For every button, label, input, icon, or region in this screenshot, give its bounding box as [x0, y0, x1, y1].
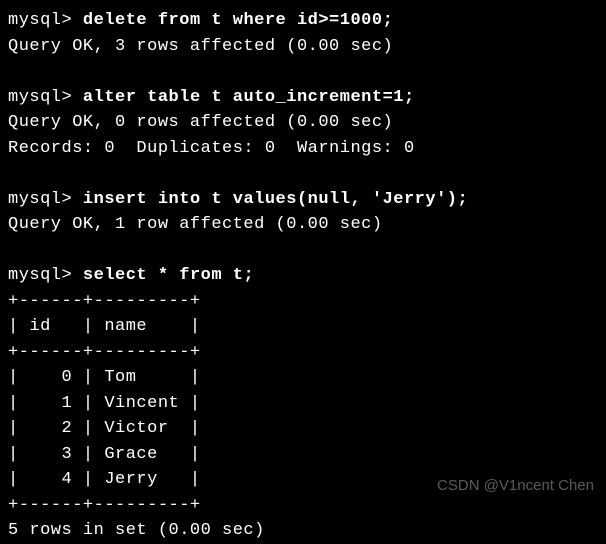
terminal-line-2: mysql> alter table t auto_increment=1; [8, 85, 598, 111]
terminal-line-4: mysql> select * from t; [8, 263, 598, 289]
mysql-prompt: mysql> [8, 190, 72, 209]
query-result-set: 5 rows in set (0.00 sec) [8, 518, 598, 544]
sql-command-alter: alter table t auto_increment=1; [83, 88, 415, 107]
sql-command-insert: insert into t values(null, 'Jerry'); [83, 190, 468, 209]
blank-line [8, 59, 598, 85]
table-border-mid: +------+---------+ [8, 340, 598, 366]
sql-command-select: select * from t; [83, 266, 254, 285]
sql-command-delete: delete from t where id>=1000; [83, 11, 393, 30]
table-row: | 1 | Vincent | [8, 391, 598, 417]
mysql-prompt: mysql> [8, 266, 72, 285]
table-row: | 2 | Victor | [8, 416, 598, 442]
query-result-3: Query OK, 1 row affected (0.00 sec) [8, 212, 598, 238]
table-row: | 3 | Grace | [8, 442, 598, 468]
blank-line [8, 238, 598, 264]
table-row: | 0 | Tom | [8, 365, 598, 391]
query-result-records: Records: 0 Duplicates: 0 Warnings: 0 [8, 136, 598, 162]
mysql-prompt: mysql> [8, 88, 72, 107]
terminal-line-1: mysql> delete from t where id>=1000; [8, 8, 598, 34]
blank-line [8, 161, 598, 187]
mysql-prompt: mysql> [8, 11, 72, 30]
table-border-top: +------+---------+ [8, 289, 598, 315]
query-result-2: Query OK, 0 rows affected (0.00 sec) [8, 110, 598, 136]
table-header: | id | name | [8, 314, 598, 340]
query-result-1: Query OK, 3 rows affected (0.00 sec) [8, 34, 598, 60]
csdn-watermark: CSDN @V1ncent Chen [437, 475, 594, 498]
terminal-line-3: mysql> insert into t values(null, 'Jerry… [8, 187, 598, 213]
